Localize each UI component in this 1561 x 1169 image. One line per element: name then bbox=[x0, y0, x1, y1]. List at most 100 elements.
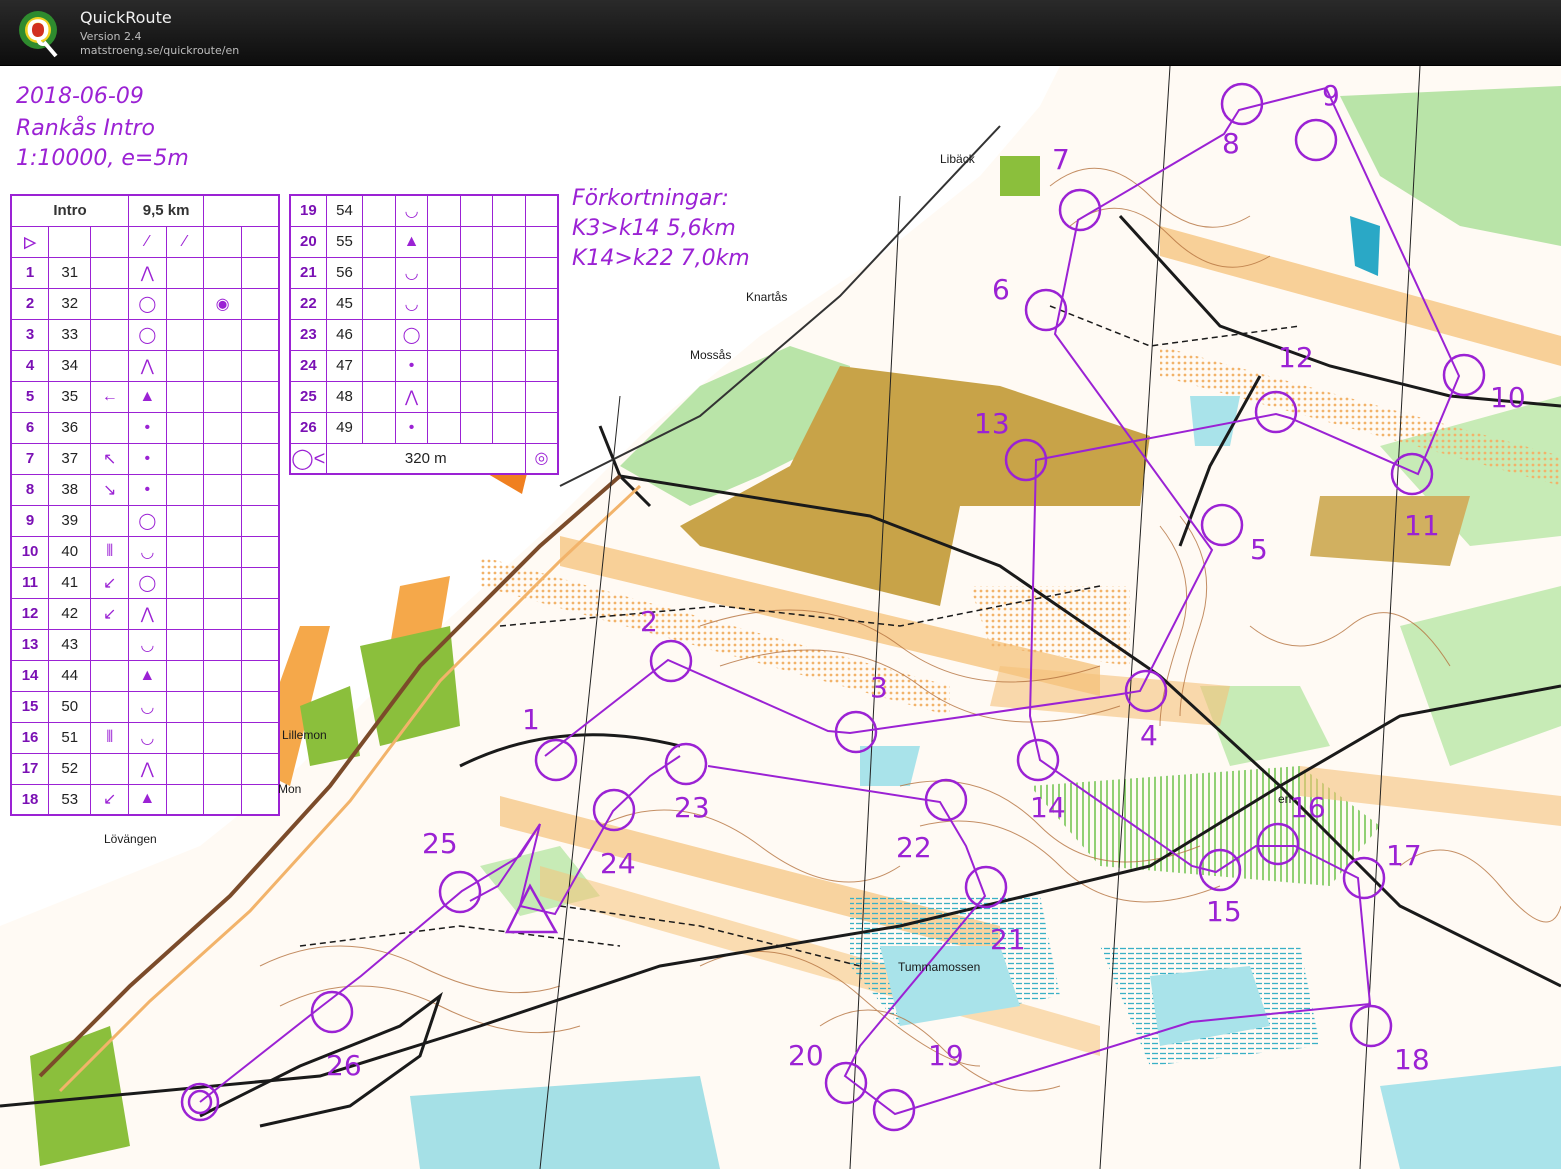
empty-cell bbox=[459, 256, 494, 289]
direction-cell bbox=[90, 349, 130, 382]
direction-cell bbox=[90, 628, 130, 661]
control-code-cell: 37 bbox=[48, 442, 92, 475]
direction-cell: ← bbox=[90, 380, 130, 413]
control-code-cell: 38 bbox=[48, 473, 92, 506]
control-row: 23 46 ◯ bbox=[289, 318, 559, 351]
control-code-cell: 33 bbox=[48, 318, 92, 351]
control-code-cell: 52 bbox=[48, 752, 92, 785]
app-url-link[interactable]: matstroeng.se/quickroute/en bbox=[80, 44, 239, 57]
control-row: 20 55 ▲ bbox=[289, 225, 559, 258]
feature-cell: ◡ bbox=[394, 194, 429, 227]
empty-cell bbox=[165, 659, 205, 692]
feature-cell: ◯ bbox=[128, 318, 167, 351]
table-finish-row: ◯< 320 m ◎ bbox=[289, 442, 559, 475]
empty-cell bbox=[165, 597, 205, 630]
control-number-cell: 14 bbox=[10, 659, 50, 692]
empty-cell bbox=[524, 287, 559, 320]
feature-cell: ⋀ bbox=[394, 380, 429, 413]
feature-cell: ◯ bbox=[394, 318, 429, 351]
extra-cell bbox=[203, 504, 242, 537]
control-number-cell: 18 bbox=[10, 783, 50, 816]
orienteering-map[interactable]: 2018-06-09 Rankås Intro 1:10000, e=5m Fö… bbox=[0, 66, 1561, 1169]
empty-cell bbox=[240, 380, 280, 413]
control-number: 4 bbox=[1140, 719, 1158, 752]
control-number-cell: 10 bbox=[10, 535, 50, 568]
course-length: 9,5 km bbox=[128, 194, 205, 227]
control-number: 2 bbox=[640, 605, 658, 638]
control-row: 18 53 ↙ ▲ bbox=[10, 783, 280, 816]
direction-cell: ↙ bbox=[90, 597, 130, 630]
empty-cell bbox=[492, 194, 526, 227]
empty-cell bbox=[427, 287, 461, 320]
map-date: 2018-06-09 bbox=[16, 84, 144, 109]
empty-cell bbox=[240, 721, 280, 754]
empty-cell bbox=[459, 411, 494, 444]
empty-cell bbox=[492, 380, 526, 413]
empty-cell bbox=[165, 690, 205, 723]
control-row: 13 43 ◡ bbox=[10, 628, 280, 661]
extra-cell bbox=[203, 721, 242, 754]
slash-icon: ⁄ bbox=[165, 225, 205, 258]
slash-icon: ⁄ bbox=[128, 225, 167, 258]
feature-cell: • bbox=[128, 411, 167, 444]
place-name: Libäck bbox=[940, 152, 975, 166]
empty-cell bbox=[240, 752, 280, 785]
empty-cell bbox=[165, 442, 205, 475]
water-area bbox=[860, 746, 920, 786]
control-number-cell: 7 bbox=[10, 442, 50, 475]
extra-cell bbox=[203, 659, 242, 692]
control-code-cell: 35 bbox=[48, 380, 92, 413]
control-number-cell: 23 bbox=[289, 318, 327, 351]
control-code-cell: 31 bbox=[48, 256, 92, 289]
control-code-cell: 34 bbox=[48, 349, 92, 382]
control-number: 20 bbox=[788, 1039, 824, 1072]
empty-cell bbox=[165, 380, 205, 413]
feature-cell: ◡ bbox=[128, 721, 167, 754]
control-code-cell: 48 bbox=[325, 380, 364, 413]
control-row: 3 33 ◯ bbox=[10, 318, 280, 351]
control-number: 21 bbox=[990, 923, 1026, 956]
control-number-cell: 19 bbox=[289, 194, 327, 227]
empty-cell bbox=[165, 752, 205, 785]
place-name: Lillemon bbox=[282, 728, 327, 742]
empty-cell bbox=[524, 194, 559, 227]
control-description-table-left: Intro 9,5 km ▷ ⁄ ⁄ 1 31 ⋀ 2 32 ◯ ◉ 3 33 ◯ 4 34 ⋀ 5 35 ←… bbox=[10, 194, 280, 816]
control-code-cell: 39 bbox=[48, 504, 92, 537]
control-code-cell: 55 bbox=[325, 225, 364, 258]
control-number: 17 bbox=[1386, 839, 1422, 872]
empty-cell bbox=[427, 256, 461, 289]
empty-cell bbox=[427, 225, 461, 258]
control-number: 23 bbox=[674, 791, 710, 824]
empty-cell bbox=[492, 411, 526, 444]
direction-cell bbox=[90, 659, 130, 692]
empty-cell bbox=[362, 287, 396, 320]
place-name: Tummamossen bbox=[898, 960, 981, 974]
empty-cell bbox=[240, 783, 280, 816]
empty-cell bbox=[240, 566, 280, 599]
empty-cell bbox=[240, 535, 280, 568]
control-number: 12 bbox=[1278, 341, 1314, 374]
direction-cell: ⦀ bbox=[90, 721, 130, 754]
control-number: 1 bbox=[522, 703, 540, 736]
control-row: 1 31 ⋀ bbox=[10, 256, 280, 289]
control-row: 9 39 ◯ bbox=[10, 504, 280, 537]
control-number-cell: 22 bbox=[289, 287, 327, 320]
control-number-cell: 6 bbox=[10, 411, 50, 444]
control-row: 24 47 • bbox=[289, 349, 559, 382]
extra-cell bbox=[203, 442, 242, 475]
feature-cell: • bbox=[128, 473, 167, 506]
feature-cell: • bbox=[394, 411, 429, 444]
direction-cell: ↖ bbox=[90, 442, 130, 475]
extra-cell bbox=[203, 597, 242, 630]
control-number: 6 bbox=[992, 273, 1010, 306]
empty-cell bbox=[165, 411, 205, 444]
empty-cell bbox=[240, 318, 280, 351]
control-code-cell: 44 bbox=[48, 659, 92, 692]
control-row: 16 51 ⦀ ◡ bbox=[10, 721, 280, 754]
direction-cell: ↘ bbox=[90, 473, 130, 506]
empty-cell bbox=[165, 504, 205, 537]
place-name: Mon bbox=[278, 782, 302, 796]
control-number-cell: 1 bbox=[10, 256, 50, 289]
control-number-cell: 8 bbox=[10, 473, 50, 506]
empty-cell bbox=[362, 225, 396, 258]
